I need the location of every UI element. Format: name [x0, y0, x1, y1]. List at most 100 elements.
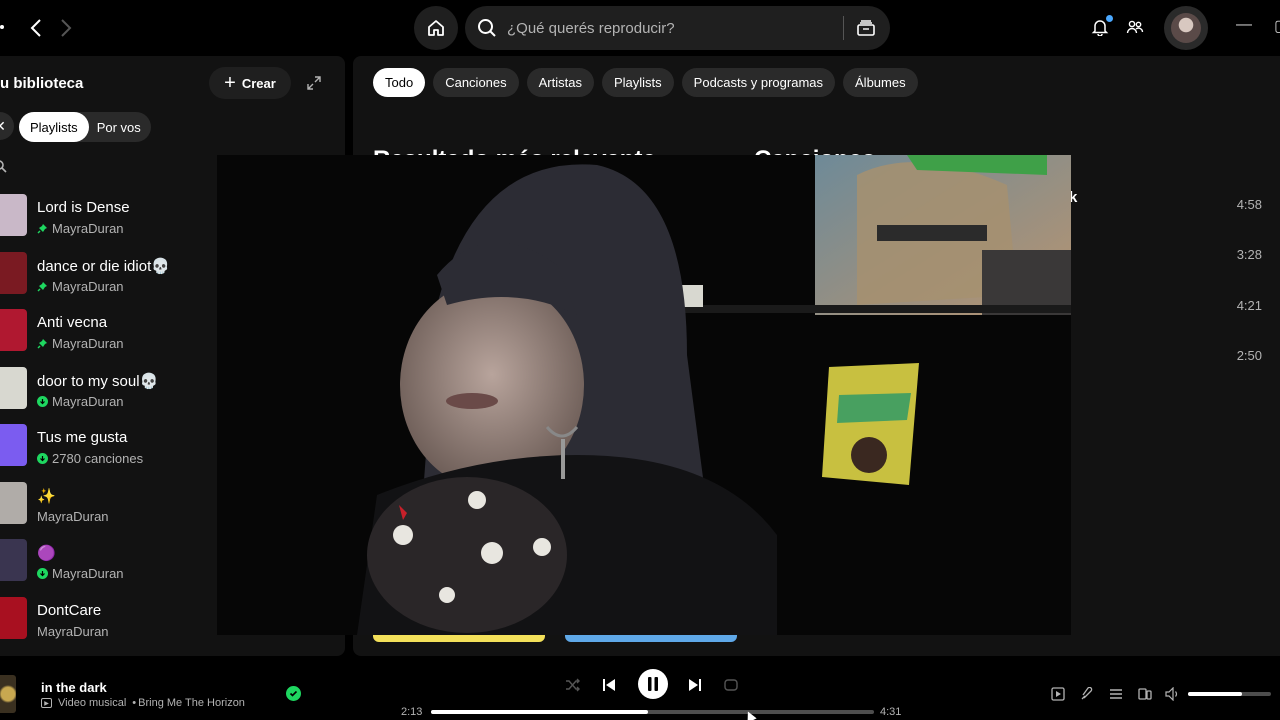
pin-icon	[37, 338, 48, 349]
playlist-cover	[0, 539, 27, 581]
downloaded-icon	[37, 568, 48, 579]
elapsed-time: 2:13	[401, 706, 423, 718]
filter-chip[interactable]: Álbumes	[843, 68, 918, 97]
playlist-owner: MayraDuran	[37, 508, 109, 524]
pause-button[interactable]	[638, 669, 668, 699]
filter-chips: Todo Canciones Artistas Playlists Podcasts y…	[373, 68, 918, 97]
song-duration: 4:21	[1236, 298, 1262, 313]
browse-icon[interactable]	[854, 16, 878, 40]
clear-filter-icon[interactable]: ✕	[0, 112, 14, 140]
song-duration: 2:50	[1236, 348, 1262, 363]
volume-fill	[1188, 692, 1242, 696]
now-playing-subtitle: ▶ Video musical • Bring Me The Horizon	[41, 697, 245, 709]
downloaded-icon	[37, 453, 48, 464]
lyrics-icon[interactable]	[1079, 686, 1095, 702]
playlist-name: door to my soul💀	[37, 372, 159, 390]
shuffle-icon[interactable]	[560, 672, 586, 698]
playlist-name: 🟣	[37, 545, 56, 562]
downloaded-icon	[37, 395, 48, 407]
filter-chip[interactable]: Todo	[373, 68, 426, 97]
webcam-frame	[217, 155, 1071, 635]
playlist-owner: MayraDuran	[52, 566, 124, 581]
playlist-owner: MayraDuran	[37, 623, 109, 639]
playlist-meta: MayraDuran	[37, 336, 124, 351]
song-duration: 3:28	[1236, 247, 1262, 262]
search-input[interactable]	[507, 19, 827, 37]
now-playing-view-icon[interactable]	[1050, 686, 1066, 702]
now-playing-artist[interactable]: Bring Me The Horizon	[138, 697, 245, 709]
now-playing-type: Video musical	[58, 697, 127, 709]
filter-chip[interactable]: Canciones	[433, 68, 519, 97]
pin-icon	[37, 281, 48, 292]
repeat-icon[interactable]	[718, 672, 744, 698]
playlist-meta: MayraDuran	[37, 509, 109, 524]
menu-dots-icon[interactable]	[0, 25, 4, 29]
notification-dot	[1106, 15, 1113, 22]
playlist-owner: 2780 canciones	[52, 451, 144, 466]
previous-icon[interactable]	[596, 672, 622, 698]
playlist-cover	[0, 366, 27, 409]
playlist-meta: MayraDuran	[37, 221, 124, 236]
filter-chip[interactable]: Artistas	[526, 68, 594, 97]
library-search-icon[interactable]	[0, 160, 8, 174]
friends-icon[interactable]	[1124, 16, 1146, 38]
chevron-left-icon[interactable]	[24, 16, 48, 40]
playlist-name: ✨	[37, 487, 56, 505]
saved-check-icon[interactable]	[286, 686, 301, 701]
playlist-name: Lord is Dense	[37, 199, 130, 216]
filter-playlists[interactable]: Playlists	[19, 112, 89, 142]
playlist-name: dance or die idiot💀	[37, 257, 170, 275]
queue-icon[interactable]	[1108, 686, 1124, 702]
create-button[interactable]: + Crear	[209, 67, 291, 99]
playlist-meta: MayraDuran	[37, 279, 124, 294]
maximize-icon[interactable]: ▢	[1274, 16, 1280, 36]
song-duration: 4:58	[1236, 197, 1262, 212]
filter-chip[interactable]: Playlists	[601, 68, 674, 97]
playlist-owner: MayraDuran	[52, 278, 124, 294]
now-playing-title[interactable]: in the dark	[41, 680, 107, 695]
webcam-video-overlay	[217, 155, 1071, 635]
volume-slider[interactable]	[1188, 692, 1271, 696]
playlist-meta: MayraDuran	[37, 624, 109, 639]
playlist-meta: MayraDuran	[37, 394, 124, 409]
create-label: Crear	[241, 75, 276, 91]
playlist-owner: MayraDuran	[52, 393, 124, 409]
playlist-name: Tus me gusta	[37, 429, 128, 446]
search-icon	[477, 18, 497, 38]
music-video-icon: ▶	[41, 698, 52, 708]
volume-icon[interactable]	[1165, 686, 1181, 702]
playlist-cover	[0, 309, 27, 351]
search-divider	[843, 16, 844, 40]
playlist-cover	[0, 481, 27, 524]
playlist-cover	[0, 251, 27, 294]
connect-device-icon[interactable]	[1137, 686, 1153, 702]
pause-icon	[648, 677, 658, 691]
bell-icon[interactable]	[1089, 15, 1113, 38]
playlist-cover	[0, 424, 27, 466]
filter-por-vos[interactable]: Por vos	[89, 120, 151, 135]
playlist-meta: MayraDuran	[37, 566, 124, 581]
search-bar[interactable]	[465, 6, 890, 50]
home-icon	[428, 20, 444, 36]
plus-icon: +	[224, 72, 236, 94]
playlist-meta: 2780 canciones	[37, 451, 143, 466]
playlist-name: Anti vecna	[37, 314, 108, 331]
progress-bar[interactable]	[431, 710, 874, 714]
playlist-cover	[0, 596, 27, 639]
minimize-icon[interactable]: —	[1236, 16, 1252, 34]
expand-icon[interactable]	[305, 74, 323, 92]
home-button[interactable]	[414, 6, 458, 50]
chevron-right-icon[interactable]	[54, 16, 78, 40]
avatar[interactable]	[1164, 6, 1208, 50]
player-bar: in the dark ▶ Video musical • Bring Me T…	[0, 660, 1280, 720]
filter-chip[interactable]: Podcasts y programas	[681, 68, 836, 97]
playlist-owner: MayraDuran	[52, 221, 124, 236]
pin-icon	[37, 223, 48, 234]
progress-fill	[431, 710, 649, 714]
library-title[interactable]: u biblioteca	[0, 75, 83, 92]
library-filters: Playlists Por vos	[19, 112, 151, 142]
playlist-owner: MayraDuran	[52, 336, 124, 351]
separator: •	[132, 697, 137, 709]
next-icon[interactable]	[682, 672, 708, 698]
now-playing-cover[interactable]	[0, 675, 16, 713]
